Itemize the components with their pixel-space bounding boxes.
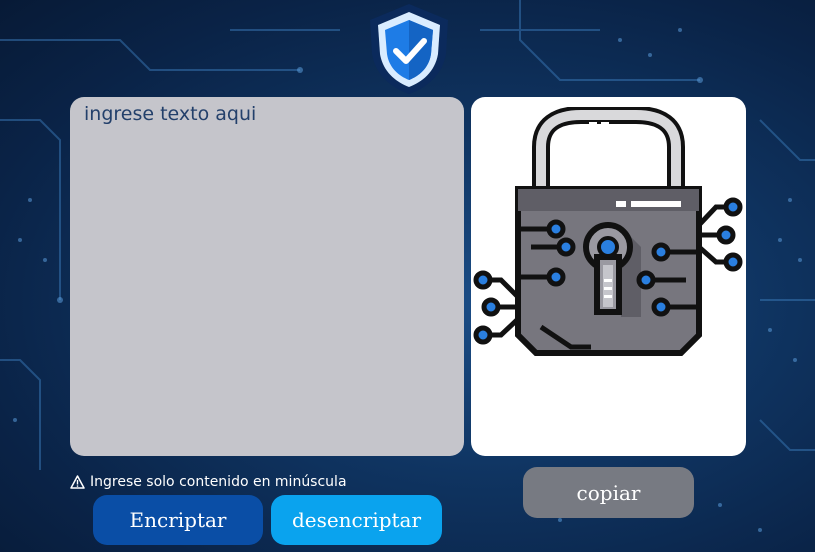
copy-button[interactable]: copiar xyxy=(523,467,694,518)
padlock-circuit-icon xyxy=(473,107,743,356)
decrypt-button[interactable]: desencriptar xyxy=(271,495,442,545)
warning-text: Ingrese solo contenido en minúscula xyxy=(90,474,347,490)
illustration-panel xyxy=(471,97,746,456)
text-input[interactable] xyxy=(70,97,464,456)
encrypt-button[interactable]: Encriptar xyxy=(93,495,263,545)
lowercase-warning: Ingrese solo contenido en minúscula xyxy=(70,471,450,493)
warning-icon xyxy=(70,475,85,489)
shield-check-icon xyxy=(370,4,448,94)
